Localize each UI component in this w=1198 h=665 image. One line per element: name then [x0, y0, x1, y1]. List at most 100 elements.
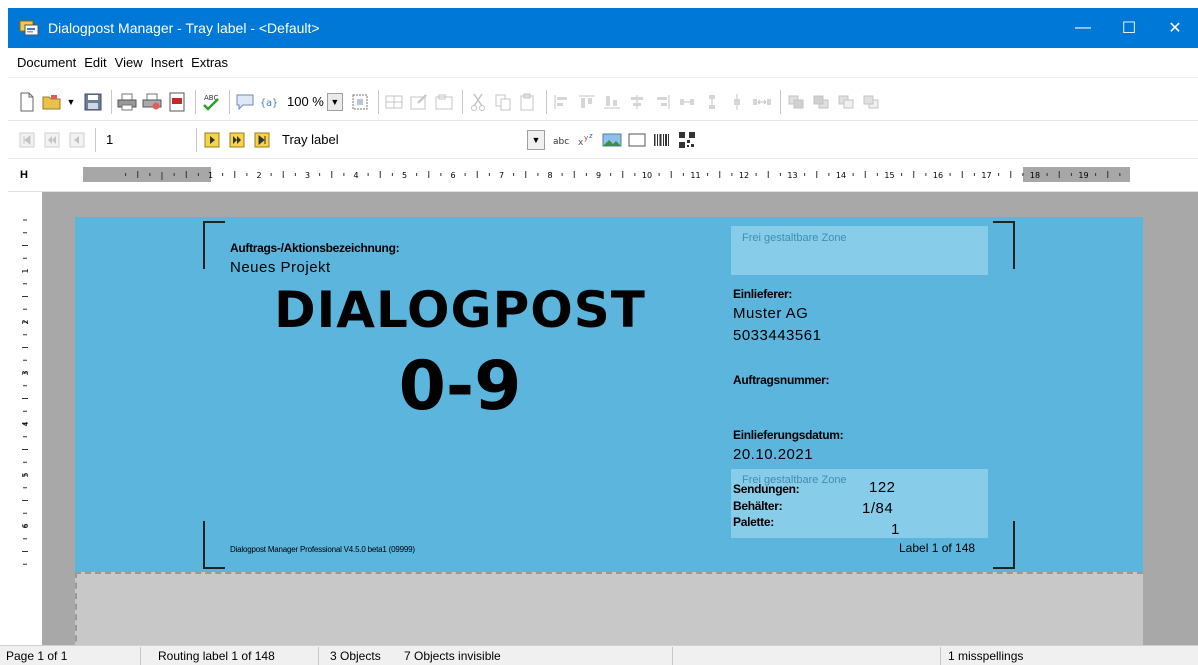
ruler-tick-label: 2 [21, 319, 30, 324]
align-left-button[interactable] [551, 91, 573, 113]
ruler-tick-label: 15 [884, 171, 894, 180]
disabled-tool-button[interactable] [433, 91, 455, 113]
dialogpost-title[interactable]: DIALOGPOST [260, 281, 660, 339]
distribute-horizontal-icon [679, 98, 694, 105]
layout-select[interactable]: Tray label ▼ [280, 129, 545, 151]
footer-label-count[interactable]: Label 1 of 148 [899, 541, 975, 555]
ruler-tick-label: 4 [21, 421, 30, 426]
toolbar-separator [196, 127, 197, 152]
menu-insert[interactable]: Insert [150, 55, 191, 70]
insert-image-button[interactable] [601, 129, 623, 151]
next-page-button[interactable] [201, 129, 223, 151]
print-preview-icon [142, 93, 162, 109]
free-zone-top-text: Frei gestaltbare Zone [742, 232, 847, 244]
align-center-h-button[interactable] [626, 91, 648, 113]
align-right-button[interactable] [651, 91, 673, 113]
print-preview-button[interactable] [141, 91, 163, 113]
variable-button[interactable]: {a} [259, 91, 281, 113]
next-icon [204, 132, 220, 147]
horizontal-ruler[interactable]: | 1 2 3 4 5 6 7 8 9 10 11 12 13 14 15 16 17 18 19 [83, 167, 1130, 182]
einlieferungsdatum-value[interactable]: 20.10.2021 [733, 446, 813, 463]
align-top-button[interactable] [576, 91, 598, 113]
minimize-button[interactable]: — [1060, 8, 1106, 48]
zoom-level[interactable]: 100 % [287, 94, 324, 109]
title-bar[interactable]: Dialogpost Manager - Tray label - <Defau… [8, 8, 1198, 48]
paste-button[interactable] [517, 91, 539, 113]
einlieferer-label[interactable]: Einlieferer: [733, 287, 792, 301]
prev-page-button[interactable] [66, 129, 88, 151]
close-button[interactable]: ✕ [1152, 8, 1198, 48]
ruler-tick-label: 14 [836, 171, 846, 180]
menu-document[interactable]: Document [16, 55, 83, 70]
spellcheck-button[interactable]: ABC [200, 91, 222, 113]
previous-icon [69, 132, 85, 147]
auftrag-label[interactable]: Auftrags-/Aktionsbezeichnung: [230, 241, 400, 255]
insert-rectangle-button[interactable] [626, 129, 648, 151]
copy-button[interactable] [492, 91, 514, 113]
rectangle-icon [628, 133, 646, 146]
distribute-v-button[interactable] [701, 91, 723, 113]
status-separator [318, 647, 319, 665]
palette-value[interactable]: 1 [891, 521, 900, 538]
svg-text:abc: abc [553, 137, 569, 147]
next-fast-button[interactable] [226, 129, 248, 151]
insert-barcode-button[interactable] [651, 129, 673, 151]
sendungen-label[interactable]: Sendungen: [733, 482, 800, 496]
design-canvas[interactable]: Auftrags-/Aktionsbezeichnung: Neues Proj… [42, 192, 1198, 645]
last-page-button[interactable] [251, 129, 273, 151]
save-button[interactable] [82, 91, 104, 113]
center-v-button[interactable] [726, 91, 748, 113]
dialogpost-number-range[interactable]: 0-9 [380, 347, 540, 426]
layer-backward-button[interactable] [860, 91, 882, 113]
einlieferer-name[interactable]: Muster AG [733, 305, 808, 322]
print-button[interactable] [116, 91, 138, 113]
cut-button[interactable] [467, 91, 489, 113]
print-icon [117, 93, 137, 110]
comment-button[interactable] [234, 91, 256, 113]
new-document-button[interactable] [16, 91, 38, 113]
auftragsnummer-label[interactable]: Auftragsnummer: [733, 373, 829, 387]
pdf-button[interactable] [166, 91, 188, 113]
disabled-tool-button[interactable] [408, 91, 430, 113]
behaelter-value[interactable]: 1/84 [862, 500, 893, 517]
einlieferungsdatum-label[interactable]: Einlieferungsdatum: [733, 428, 844, 442]
edit-frame-icon [410, 93, 427, 109]
fit-page-icon [352, 94, 368, 109]
menu-edit[interactable]: Edit [83, 55, 113, 70]
center-vertical-icon [733, 93, 740, 110]
distribute-h-button[interactable] [676, 91, 698, 113]
speech-bubble-icon [236, 94, 254, 110]
open-dropdown-arrow[interactable]: ▼ [66, 93, 76, 111]
sendungen-value[interactable]: 122 [869, 479, 896, 496]
navigation-toolbar: 1 Tray label ▼ abc xyz [8, 121, 1198, 159]
auftrag-value[interactable]: Neues Projekt [230, 259, 331, 276]
behaelter-label[interactable]: Behälter: [733, 499, 783, 513]
ruler-tick-label: 9 [596, 171, 601, 180]
insert-2d-code-button[interactable] [676, 129, 698, 151]
qr-code-icon [679, 131, 695, 148]
first-page-button[interactable] [16, 129, 38, 151]
menu-extras[interactable]: Extras [190, 55, 235, 70]
einlieferer-number[interactable]: 5033443561 [733, 327, 821, 344]
insert-text-button[interactable]: abc [551, 129, 573, 151]
layer-forward-button[interactable] [835, 91, 857, 113]
layer-front-button[interactable] [785, 91, 807, 113]
palette-label[interactable]: Palette: [733, 515, 774, 529]
send-back-icon [813, 95, 829, 108]
disabled-tool-button[interactable] [383, 91, 405, 113]
chevron-down-icon[interactable]: ▼ [527, 129, 545, 150]
maximize-button[interactable]: ☐ [1106, 8, 1152, 48]
fit-page-button[interactable] [349, 91, 371, 113]
align-bottom-button[interactable] [601, 91, 623, 113]
insert-formula-button[interactable]: xyz [576, 129, 598, 151]
open-button[interactable] [41, 91, 63, 113]
layer-back-button[interactable] [810, 91, 832, 113]
footer-version[interactable]: Dialogpost Manager Professional V4.5.0 b… [230, 545, 415, 554]
tray-label[interactable]: Auftrags-/Aktionsbezeichnung: Neues Proj… [75, 217, 1143, 572]
menu-view[interactable]: View [114, 55, 150, 70]
vertical-ruler[interactable]: 1 2 3 4 5 6 [8, 192, 42, 645]
spacing-button[interactable] [751, 91, 773, 113]
zoom-dropdown[interactable]: ▼ [326, 92, 343, 111]
page-number-field[interactable]: 1 [106, 132, 166, 147]
prev-fast-button[interactable] [41, 129, 63, 151]
